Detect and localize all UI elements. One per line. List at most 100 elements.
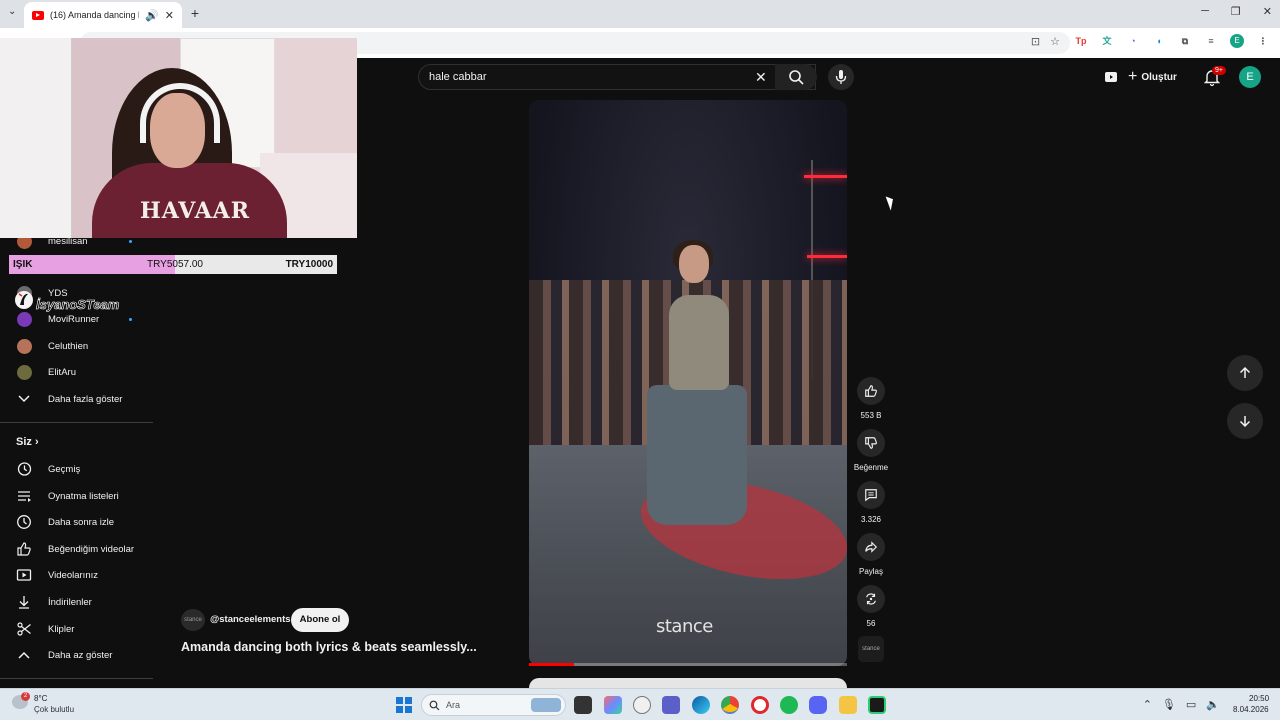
search-clear-icon[interactable]: ✕ [755, 69, 767, 86]
plus-icon: + [1128, 68, 1138, 85]
voice-search-button[interactable] [828, 64, 854, 90]
comment-count: 3.326 [860, 515, 882, 524]
video-title[interactable]: Amanda dancing both lyrics & beats seaml… [181, 640, 477, 654]
chrome-icon[interactable] [721, 696, 739, 714]
dislike-button[interactable] [857, 429, 885, 457]
browser-profile-icon[interactable]: E [1230, 34, 1244, 48]
remix-icon [866, 593, 876, 605]
media-control-icon[interactable]: ≡ [1204, 34, 1218, 48]
channel-avatar [16, 338, 32, 354]
new-tab-button[interactable]: + [186, 4, 204, 22]
like-count: 553 B [860, 411, 882, 420]
sidebar-section-you[interactable]: Siz › [16, 436, 39, 448]
volume-icon[interactable]: 🔈 [1206, 698, 1220, 711]
mouse-cursor-icon [885, 194, 897, 211]
system-tray: ⌃ 🎙 ▭ 🔈 [1143, 698, 1220, 711]
remix-count: 56 [866, 619, 876, 628]
search-icon [429, 700, 440, 711]
share-button[interactable] [857, 533, 885, 561]
extension-translate-icon[interactable]: 文 [1100, 34, 1114, 48]
clips-icon [17, 622, 31, 636]
search-button[interactable] [775, 64, 817, 90]
spotify-icon[interactable] [780, 696, 798, 714]
thumbs-up-icon [865, 385, 877, 397]
sidebar-item-history[interactable]: Geçmiş [0, 456, 153, 482]
sidebar-sub-celuthien[interactable]: Celuthien [0, 333, 153, 359]
previous-short-button[interactable] [1227, 355, 1263, 391]
history-icon [17, 462, 32, 476]
create-video-icon[interactable] [1102, 68, 1120, 86]
microphone-icon[interactable]: 🎙 [1162, 698, 1176, 711]
restore-button[interactable]: ❐ [1231, 5, 1241, 18]
copilot-icon[interactable] [604, 696, 622, 714]
minimize-button[interactable]: ─ [1201, 5, 1209, 18]
subscribe-button[interactable]: Abone ol [291, 608, 349, 632]
create-label: Oluştur [1141, 71, 1177, 83]
account-avatar[interactable]: E [1239, 66, 1261, 88]
sidebar-item-label: Daha sonra izle [48, 516, 115, 528]
weather-temperature[interactable]: 8°C [34, 694, 47, 703]
bookmark-star-icon[interactable]: ☆ [1050, 35, 1060, 48]
sidebar-show-less[interactable]: Daha az göster [0, 642, 153, 668]
speaker-icon[interactable]: 🔊 [145, 9, 159, 22]
comments-button[interactable] [857, 481, 885, 509]
app-green-icon[interactable] [868, 696, 886, 714]
install-app-icon[interactable]: ⊡ [1031, 35, 1040, 48]
clock-date[interactable]: 8.04.2026 [1233, 705, 1269, 714]
taskbar-search-box[interactable]: Ara [421, 694, 566, 716]
weather-description[interactable]: Çok bulutlu [34, 705, 74, 714]
opera-icon[interactable] [751, 696, 769, 714]
windows-start-button[interactable] [396, 697, 412, 713]
sidebar-item-label: Celuthien [48, 340, 89, 352]
search-query-text: hale cabbar [429, 71, 487, 83]
sidebar-item-clips[interactable]: Klipler [0, 616, 153, 642]
search-input[interactable]: hale cabbar ✕ [418, 64, 816, 90]
comment-icon [865, 489, 877, 502]
chevron-up-icon[interactable]: ⌃ [1143, 698, 1152, 711]
create-button[interactable]: + Oluştur [1128, 66, 1177, 88]
hoodie-text: HAVAAR [140, 198, 251, 224]
microphone-icon [835, 70, 847, 84]
tab-list-chevron-icon[interactable]: ⌄ [8, 6, 16, 17]
sidebar-item-downloads[interactable]: İndirilenler [0, 589, 153, 615]
discord-icon[interactable] [809, 696, 827, 714]
sound-channel-thumbnail[interactable]: stance [858, 636, 884, 662]
browser-menu-icon[interactable]: ⋮ [1256, 34, 1270, 48]
next-short-button[interactable] [1227, 403, 1263, 439]
teams-icon[interactable] [662, 696, 680, 714]
tab-close-icon[interactable]: ✕ [165, 9, 174, 22]
like-button[interactable] [857, 377, 885, 405]
sidebar-item-liked-videos[interactable]: Beğendiğim videolar [0, 536, 153, 562]
video-progress-bar[interactable] [529, 663, 847, 666]
remix-button[interactable] [857, 585, 885, 613]
extensions-puzzle-icon[interactable]: ⧉ [1178, 34, 1192, 48]
clock-time[interactable]: 20:50 [1249, 694, 1269, 703]
extension-purple-icon[interactable]: ◔ [1126, 34, 1140, 48]
tab-title: (16) Amanda dancing both [50, 10, 139, 20]
sidebar-sub-elitaru[interactable]: ElitAru [0, 359, 153, 385]
channel-avatar[interactable]: stance [181, 609, 205, 631]
sidebar-item-your-videos[interactable]: Videolarınız [0, 562, 153, 588]
sidebar-show-more[interactable]: Daha fazla göster [0, 386, 153, 412]
sidebar-item-watch-later[interactable]: Daha sonra izle [0, 509, 153, 535]
webcam-overlay: HAVAAR [0, 38, 357, 238]
browser-tabstrip: ⌄ (16) Amanda dancing both 🔊 ✕ + ─ ❐ ✕ [0, 0, 1280, 28]
donation-goal-name: IŞIK [13, 259, 33, 270]
browser-tab[interactable]: (16) Amanda dancing both 🔊 ✕ [24, 2, 182, 28]
live-dot [129, 317, 132, 321]
shorts-video-player[interactable]: stance [529, 100, 847, 666]
network-icon[interactable]: ▭ [1186, 698, 1196, 711]
thumbs-down-icon [865, 437, 877, 449]
settings-gear-icon[interactable] [633, 696, 651, 714]
extension-red-icon[interactable]: Tp [1074, 34, 1088, 48]
window-close-button[interactable]: ✕ [1263, 5, 1272, 18]
sidebar-item-playlists[interactable]: Oynatma listeleri [0, 483, 153, 509]
task-view-icon[interactable] [574, 696, 592, 714]
arrow-down-icon [1239, 416, 1251, 428]
file-explorer-icon[interactable] [839, 696, 857, 714]
edge-icon[interactable] [692, 696, 710, 714]
arrow-up-icon [1239, 366, 1251, 378]
extension-blue-icon[interactable]: ◖ [1152, 34, 1166, 48]
channel-name[interactable]: @stanceelements [210, 614, 291, 625]
dislike-label: Beğenme [853, 463, 889, 472]
